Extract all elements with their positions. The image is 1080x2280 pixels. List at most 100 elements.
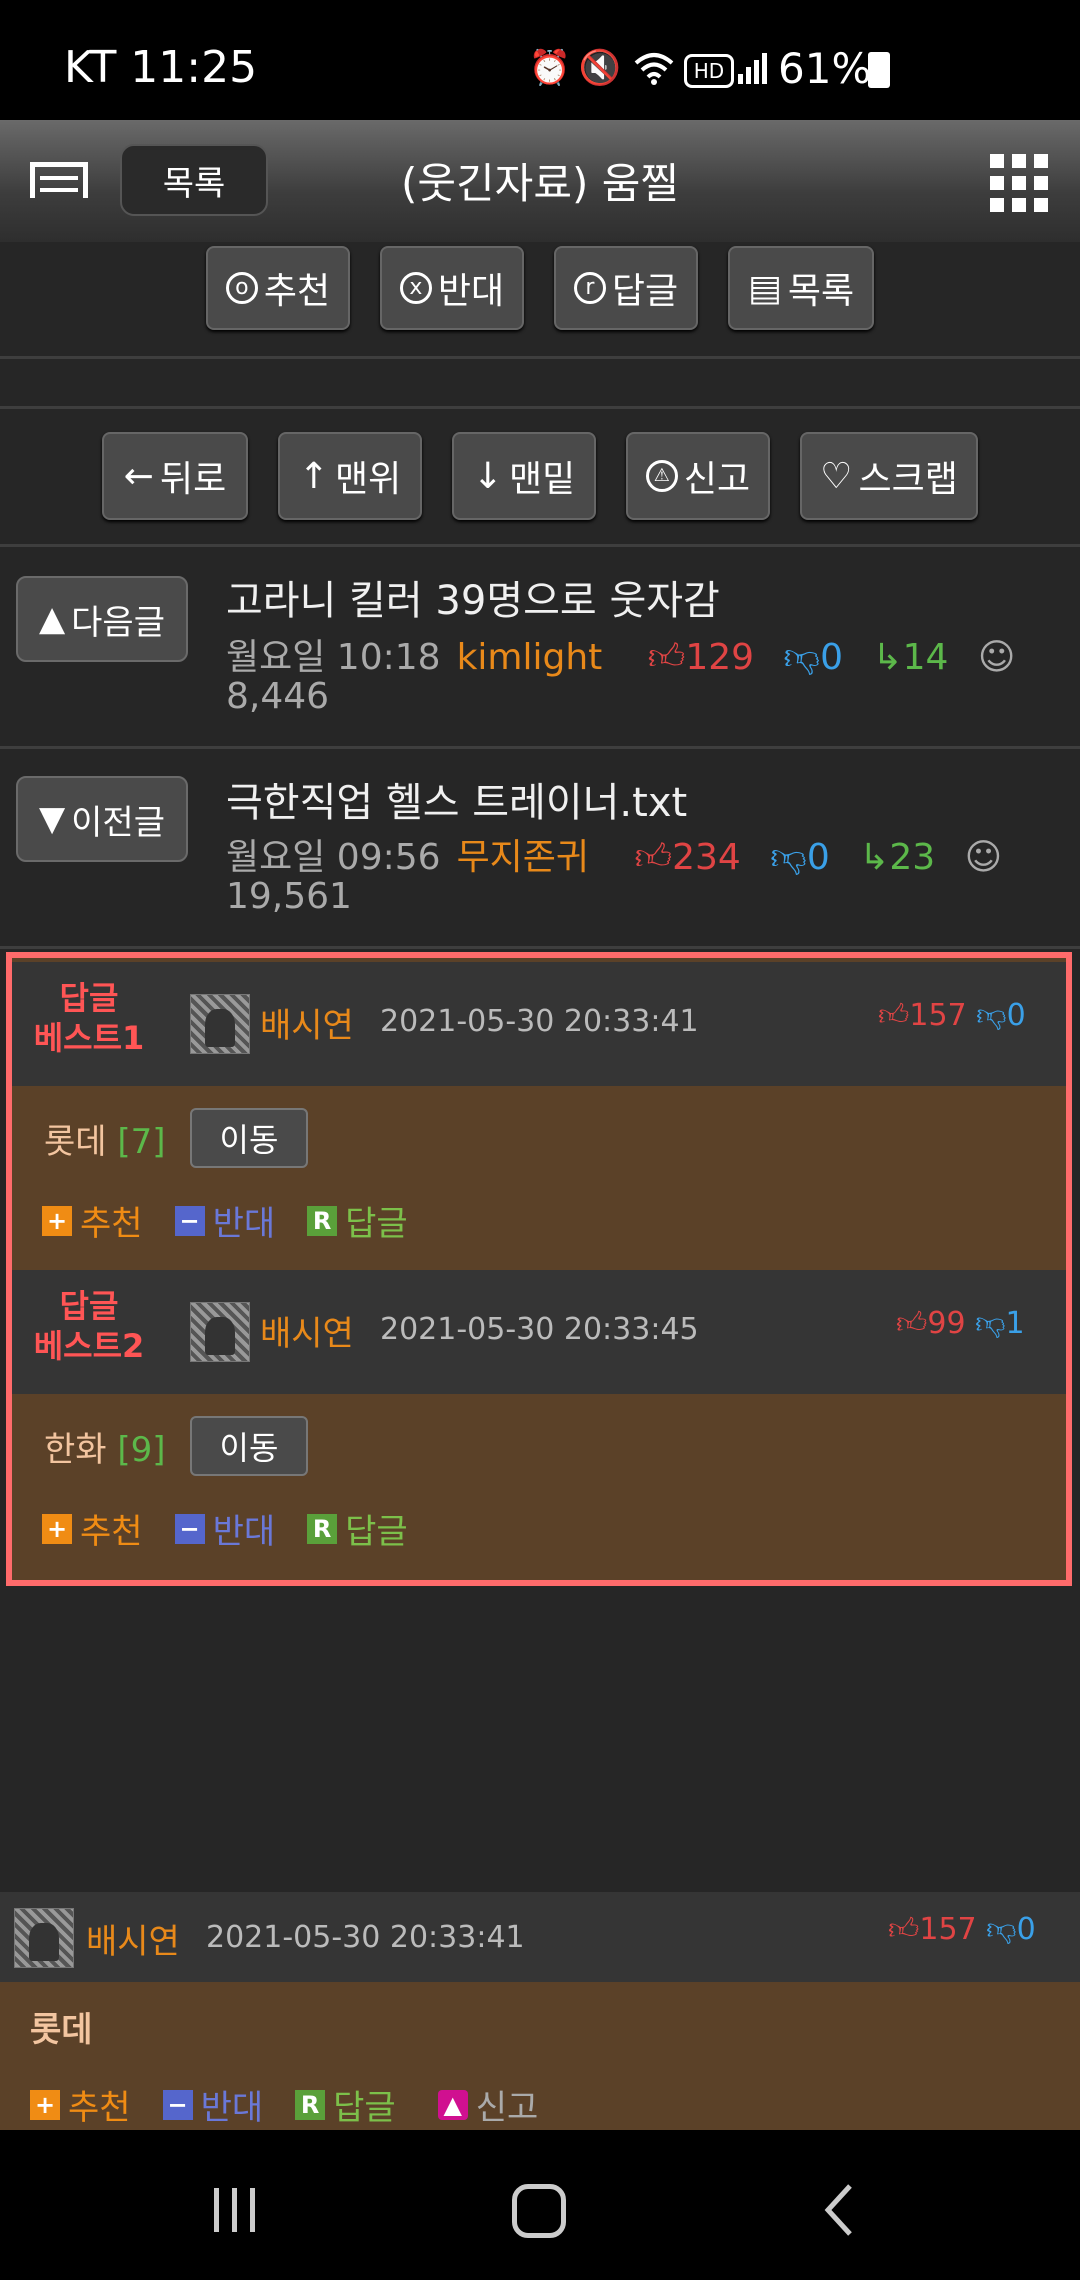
list-button[interactable]: 목록	[120, 144, 268, 216]
best-reply-content: 한화	[44, 1430, 107, 1470]
grid-menu-icon[interactable]	[990, 154, 1048, 212]
move-button[interactable]: 이동	[190, 1416, 308, 1476]
carrier-time: KT 11:25	[64, 42, 258, 93]
reply-icon: r	[573, 272, 606, 304]
mute-icon: 🔇	[578, 48, 622, 88]
best-reply-count: [9]	[117, 1430, 166, 1470]
scrap-button[interactable]: ♡ 스크랩	[800, 432, 978, 520]
prev-post-down: 0	[806, 837, 830, 878]
oppose-label: 반대	[437, 271, 505, 312]
next-post-down: 0	[820, 637, 843, 678]
comment-author[interactable]: 배시연	[86, 1914, 180, 1963]
next-post-button[interactable]: ▲ 다음글	[16, 576, 188, 662]
reply-label: 답글	[345, 1204, 408, 1244]
divider	[0, 746, 1080, 749]
divider	[0, 356, 1080, 359]
list-button-2[interactable]: ▤ 목록	[728, 246, 874, 330]
back-label: 뒤로	[159, 459, 227, 500]
report-button[interactable]: ⚠ 신고	[626, 432, 770, 520]
prev-post-title[interactable]: 극한직업 헬스 트레이너.txt	[226, 770, 687, 828]
thumbs-down-icon: 👎︎	[975, 1306, 1006, 1341]
thumbs-up-icon: 👍︎	[878, 998, 910, 1033]
views-icon: ☺	[977, 637, 1016, 678]
menu-icon[interactable]	[30, 162, 88, 198]
scrap-label: 스크랩	[858, 459, 958, 500]
minus-icon: −	[174, 1205, 205, 1236]
comment-recommend[interactable]: + 추천	[30, 2080, 131, 2129]
battery-icon	[868, 52, 890, 88]
minus-icon: −	[162, 2089, 193, 2120]
recommend-button[interactable]: o 추천	[206, 246, 350, 330]
next-post-meta: 월요일 10:18 kimlight 👍︎129 👎︎0 ↳14 ☺	[226, 628, 1015, 680]
minus-icon: −	[174, 1513, 205, 1544]
prev-post-replies: 23	[889, 837, 936, 878]
reply-reply[interactable]: R 답글	[307, 1196, 408, 1245]
recent-apps-icon[interactable]	[210, 2186, 260, 2234]
back-icon[interactable]	[820, 2182, 860, 2238]
top-button[interactable]: ↑ 맨위	[278, 432, 422, 520]
plus-icon: +	[42, 1205, 72, 1236]
thumbs-down-icon: 👎︎	[770, 837, 807, 878]
plus-icon: +	[30, 2089, 60, 2120]
prev-post-up: 234	[672, 837, 741, 878]
reply-recommend[interactable]: + 추천	[42, 1504, 143, 1553]
thumbs-down-icon: 👎︎	[986, 1912, 1017, 1947]
avatar[interactable]	[14, 1908, 74, 1968]
next-post-views: 8,446	[226, 676, 330, 717]
reply-r-icon: R	[307, 1205, 338, 1236]
recommend-label: 추천	[263, 271, 331, 312]
bottom-button[interactable]: ↓ 맨밑	[452, 432, 596, 520]
comment-reply[interactable]: R 답글	[295, 2080, 396, 2129]
best-reply-text: 롯데 [7]	[44, 1114, 166, 1163]
home-icon[interactable]	[512, 2184, 566, 2238]
recommend-icon: o	[225, 272, 258, 304]
reply-r-icon: R	[307, 1513, 338, 1544]
avatar[interactable]	[190, 1302, 250, 1362]
prev-post-author[interactable]: 무지존귀	[457, 837, 589, 878]
reply-reply[interactable]: R 답글	[307, 1504, 408, 1553]
reply-label: 답글	[345, 1512, 408, 1552]
comment-oppose[interactable]: − 반대	[162, 2080, 264, 2129]
oppose-label: 반대	[200, 2088, 264, 2128]
comment-date: 2021-05-30 20:33:41	[206, 1920, 525, 1955]
reply-oppose[interactable]: − 반대	[174, 1504, 276, 1553]
next-post-author[interactable]: kimlight	[457, 637, 603, 678]
next-post-label: 다음글	[71, 602, 165, 643]
triangle-up-icon: ▲	[39, 599, 66, 639]
oppose-label: 반대	[212, 1204, 276, 1244]
best-label-line2: 베스트2	[33, 1327, 145, 1365]
reply-label: 답글	[611, 271, 679, 312]
avatar[interactable]	[190, 994, 250, 1054]
list-label: 목록	[787, 271, 855, 312]
recommend-label: 추천	[80, 1204, 143, 1244]
report-icon: ⚠	[645, 460, 678, 492]
next-post-title[interactable]: 고라니 킬러 39명으로 웃자감	[226, 568, 720, 626]
comment-report[interactable]: ▲ 신고	[437, 2080, 538, 2129]
oppose-button[interactable]: x 반대	[380, 246, 524, 330]
thumbs-up-icon: 👍︎	[647, 637, 686, 678]
next-post-replies: 14	[902, 637, 949, 678]
thumbs-down-icon: 👎︎	[976, 998, 1007, 1033]
bottom-label: 맨밑	[508, 459, 576, 500]
reply-oppose[interactable]: − 반대	[174, 1196, 276, 1245]
best-reply-author[interactable]: 배시연	[260, 1306, 354, 1355]
reply-recommend[interactable]: + 추천	[42, 1196, 143, 1245]
move-button[interactable]: 이동	[190, 1108, 308, 1168]
oppose-label: 반대	[212, 1512, 276, 1552]
comment-text: 롯데	[30, 2010, 93, 2050]
best-reply-label: 답글 베스트2	[26, 1286, 152, 1366]
thumbs-up-icon: 👍︎	[896, 1306, 928, 1341]
prev-post-time: 월요일 09:56	[226, 837, 441, 878]
best-label-line1: 답글	[59, 979, 119, 1017]
prev-post-button[interactable]: ▼ 이전글	[16, 776, 188, 862]
oppose-icon: x	[399, 272, 432, 304]
thumbs-up-icon: 👍︎	[634, 837, 673, 878]
reply-button[interactable]: r 답글	[554, 246, 698, 330]
signal-icon	[734, 50, 770, 86]
back-button[interactable]: ← 뒤로	[102, 432, 248, 520]
best-reply-author[interactable]: 배시연	[260, 998, 354, 1047]
page-title: (웃긴자료) 움찔	[401, 159, 679, 208]
wifi-icon	[630, 50, 678, 86]
reply-arrow-icon: ↳	[872, 637, 903, 678]
comment-up: 157	[919, 1912, 977, 1947]
